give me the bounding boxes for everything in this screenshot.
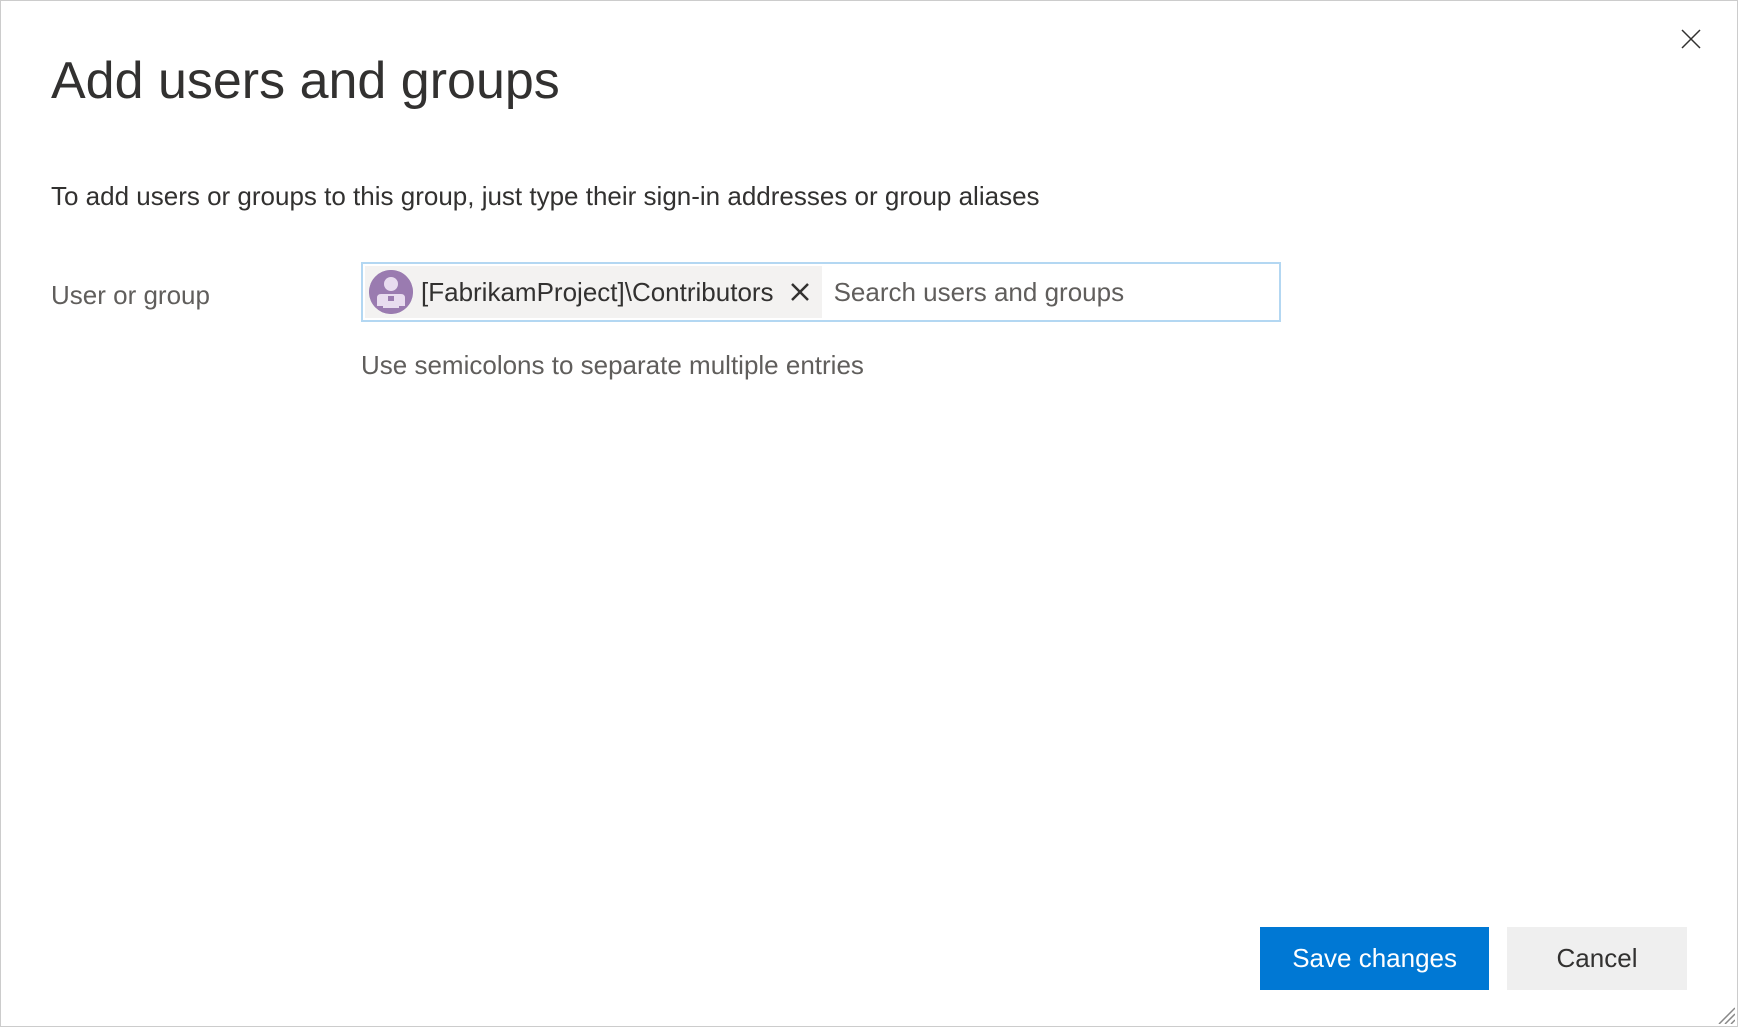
user-or-group-label: User or group: [51, 262, 361, 311]
group-icon: [369, 270, 413, 314]
close-icon: [1679, 27, 1703, 51]
dialog-footer: Save changes Cancel: [1260, 927, 1687, 990]
user-group-input-container[interactable]: [FabrikamProject]\Contributors: [361, 262, 1281, 322]
form-field-wrap: [FabrikamProject]\Contributors Use semic…: [361, 262, 1281, 381]
cancel-button[interactable]: Cancel: [1507, 927, 1687, 990]
save-button[interactable]: Save changes: [1260, 927, 1489, 990]
dialog-description: To add users or groups to this group, ju…: [51, 181, 1687, 212]
resize-handle[interactable]: [1715, 1004, 1735, 1024]
chip-label: [FabrikamProject]\Contributors: [421, 277, 774, 308]
chip-remove-button[interactable]: [786, 278, 814, 306]
search-input[interactable]: [822, 269, 1277, 316]
group-chip: [FabrikamProject]\Contributors: [365, 266, 822, 318]
dialog-title: Add users and groups: [51, 51, 1687, 111]
resize-icon: [1715, 1004, 1735, 1024]
close-icon: [789, 281, 811, 303]
close-button[interactable]: [1677, 25, 1705, 53]
add-users-groups-dialog: Add users and groups To add users or gro…: [0, 0, 1738, 1027]
form-row: User or group [FabrikamProject]: [51, 262, 1687, 381]
input-hint: Use semicolons to separate multiple entr…: [361, 350, 1281, 381]
